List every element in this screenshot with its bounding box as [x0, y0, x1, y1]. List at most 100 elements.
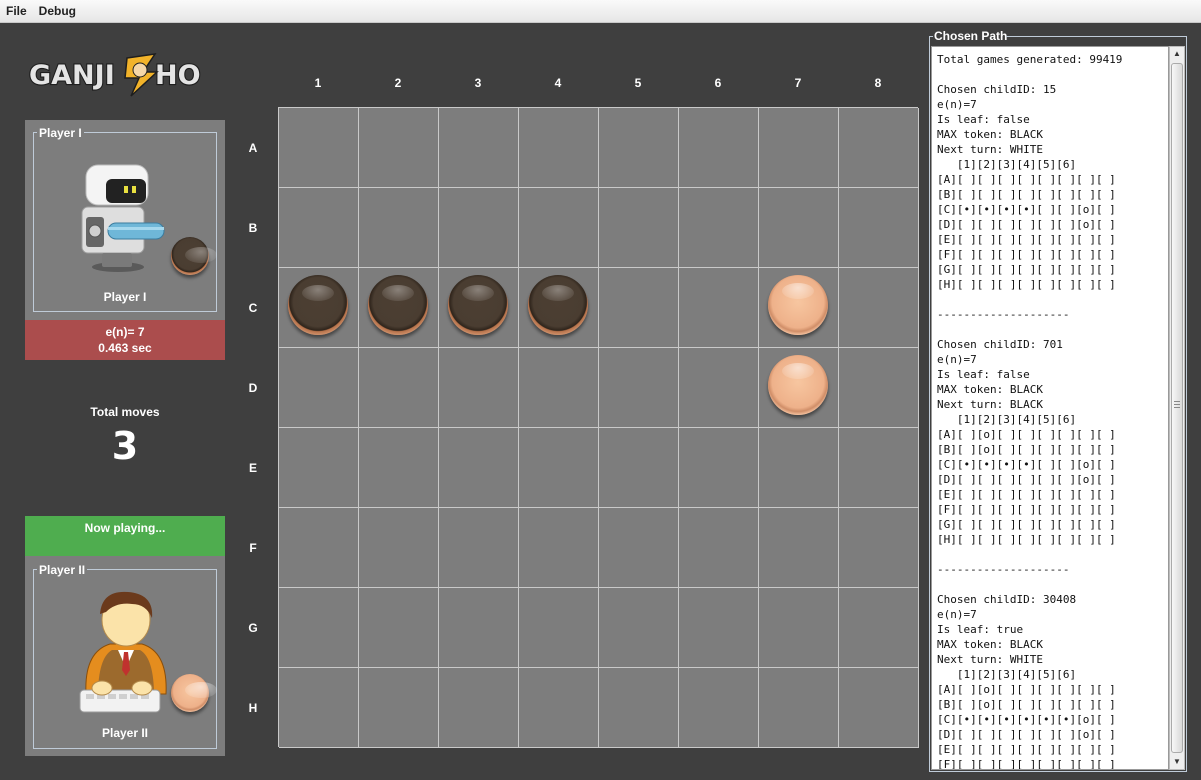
- board-cell-B5[interactable]: [599, 188, 679, 268]
- board-cell-B7[interactable]: [759, 188, 839, 268]
- row-label: C: [248, 301, 258, 315]
- board-cell-A4[interactable]: [519, 108, 599, 188]
- board-cell-C5[interactable]: [599, 268, 679, 348]
- board-cell-H8[interactable]: [839, 668, 919, 748]
- board-cell-D7[interactable]: [759, 348, 839, 428]
- board-cell-C3[interactable]: [439, 268, 519, 348]
- player1-time: 0.463 sec: [98, 341, 152, 355]
- board-cell-H5[interactable]: [599, 668, 679, 748]
- board-cell-D4[interactable]: [519, 348, 599, 428]
- black-piece[interactable]: [528, 275, 588, 335]
- board-cell-A3[interactable]: [439, 108, 519, 188]
- black-piece[interactable]: [368, 275, 428, 335]
- board-cell-C8[interactable]: [839, 268, 919, 348]
- column-label: 8: [874, 76, 882, 90]
- black-piece[interactable]: [448, 275, 508, 335]
- board-cell-F5[interactable]: [599, 508, 679, 588]
- column-label: 4: [554, 76, 562, 90]
- robot-icon: [81, 164, 165, 272]
- board-cell-E6[interactable]: [679, 428, 759, 508]
- scroll-up-icon[interactable]: ▲: [1170, 47, 1184, 61]
- white-piece[interactable]: [768, 275, 828, 335]
- scroll-thumb[interactable]: [1171, 63, 1183, 753]
- game-logo: GANJI HO: [27, 50, 225, 100]
- board-cell-H7[interactable]: [759, 668, 839, 748]
- board-cell-G4[interactable]: [519, 588, 599, 668]
- board-cell-D8[interactable]: [839, 348, 919, 428]
- player1-token-icon: [171, 237, 217, 275]
- player2-name: Player II: [101, 726, 149, 740]
- board-cell-H3[interactable]: [439, 668, 519, 748]
- board-cell-D3[interactable]: [439, 348, 519, 428]
- column-label: 7: [794, 76, 802, 90]
- board-cell-B6[interactable]: [679, 188, 759, 268]
- board-cell-D2[interactable]: [359, 348, 439, 428]
- board-cell-A2[interactable]: [359, 108, 439, 188]
- chosen-path-scrollbar[interactable]: ▲ ▼: [1169, 46, 1185, 770]
- board-cell-G6[interactable]: [679, 588, 759, 668]
- player2-group-title: Player II: [37, 563, 88, 577]
- board-cell-F3[interactable]: [439, 508, 519, 588]
- row-label: B: [248, 221, 258, 235]
- board-cell-H1[interactable]: [279, 668, 359, 748]
- board-cell-G8[interactable]: [839, 588, 919, 668]
- board-cell-H6[interactable]: [679, 668, 759, 748]
- board-cell-F6[interactable]: [679, 508, 759, 588]
- board-cell-G7[interactable]: [759, 588, 839, 668]
- board-cell-E7[interactable]: [759, 428, 839, 508]
- board-cell-F4[interactable]: [519, 508, 599, 588]
- board-cell-D1[interactable]: [279, 348, 359, 428]
- column-label: 3: [474, 76, 482, 90]
- board-cell-A6[interactable]: [679, 108, 759, 188]
- game-board: [278, 107, 919, 748]
- board-cell-C4[interactable]: [519, 268, 599, 348]
- white-piece[interactable]: [768, 355, 828, 415]
- player1-panel: Player I Player I: [25, 120, 225, 320]
- board-cell-G2[interactable]: [359, 588, 439, 668]
- board-cell-F8[interactable]: [839, 508, 919, 588]
- player2-token-icon: [171, 674, 217, 712]
- board-cell-H2[interactable]: [359, 668, 439, 748]
- scroll-down-icon[interactable]: ▼: [1170, 755, 1184, 769]
- column-label: 2: [394, 76, 402, 90]
- board-cell-E8[interactable]: [839, 428, 919, 508]
- board-cell-F2[interactable]: [359, 508, 439, 588]
- board-cell-B4[interactable]: [519, 188, 599, 268]
- board-cell-A1[interactable]: [279, 108, 359, 188]
- board-cell-E2[interactable]: [359, 428, 439, 508]
- board-cell-E4[interactable]: [519, 428, 599, 508]
- board-cell-G1[interactable]: [279, 588, 359, 668]
- board-cell-E3[interactable]: [439, 428, 519, 508]
- board-cell-A8[interactable]: [839, 108, 919, 188]
- board-cell-G5[interactable]: [599, 588, 679, 668]
- board-cell-B2[interactable]: [359, 188, 439, 268]
- board-cell-C7[interactable]: [759, 268, 839, 348]
- board-cell-B8[interactable]: [839, 188, 919, 268]
- board-cell-F1[interactable]: [279, 508, 359, 588]
- row-label: H: [248, 701, 258, 715]
- chosen-path-textarea[interactable]: Total games generated: 99419 Chosen chil…: [931, 46, 1169, 770]
- board-cell-E5[interactable]: [599, 428, 679, 508]
- column-label: 5: [634, 76, 642, 90]
- board-cell-C1[interactable]: [279, 268, 359, 348]
- black-piece[interactable]: [288, 275, 348, 335]
- row-label: E: [248, 461, 257, 475]
- board-cell-H4[interactable]: [519, 668, 599, 748]
- menu-debug[interactable]: Debug: [33, 4, 82, 18]
- board-cell-C6[interactable]: [679, 268, 759, 348]
- board-cell-A7[interactable]: [759, 108, 839, 188]
- row-label: G: [248, 621, 258, 635]
- board-cell-B3[interactable]: [439, 188, 519, 268]
- board-cell-F7[interactable]: [759, 508, 839, 588]
- board-cell-E1[interactable]: [279, 428, 359, 508]
- board-cell-G3[interactable]: [439, 588, 519, 668]
- board-cell-B1[interactable]: [279, 188, 359, 268]
- board-cell-C2[interactable]: [359, 268, 439, 348]
- player2-panel: Player II Player II: [25, 556, 225, 756]
- board-cell-D6[interactable]: [679, 348, 759, 428]
- logo-icon: GANJI HO: [28, 53, 202, 97]
- human-player-icon: [79, 591, 167, 713]
- board-cell-D5[interactable]: [599, 348, 679, 428]
- menu-file[interactable]: File: [0, 4, 33, 18]
- board-cell-A5[interactable]: [599, 108, 679, 188]
